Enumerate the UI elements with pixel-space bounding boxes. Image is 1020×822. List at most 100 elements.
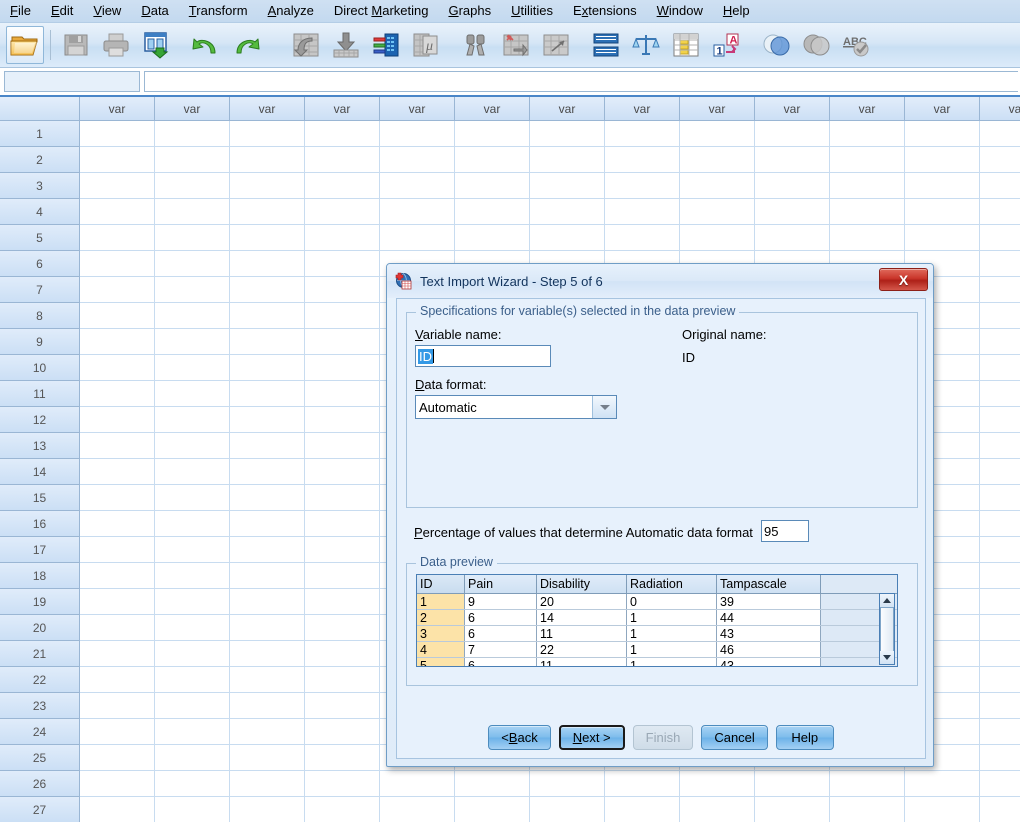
grid-cell[interactable] (155, 511, 230, 537)
grid-cell[interactable] (305, 329, 380, 355)
grid-row-header[interactable]: 6 (0, 251, 80, 277)
grid-cell[interactable] (980, 459, 1020, 485)
menu-item-data[interactable]: Data (131, 1, 178, 21)
grid-cell[interactable] (830, 147, 905, 173)
grid-cell[interactable] (455, 199, 530, 225)
grid-cell[interactable] (80, 797, 155, 822)
preview-cell[interactable]: 1 (417, 594, 465, 610)
grid-cell[interactable] (230, 329, 305, 355)
data-preview-table-wrapper[interactable]: IDPainDisabilityRadiationTampascale 1920… (416, 574, 898, 667)
grid-cell[interactable] (230, 667, 305, 693)
grid-column-header[interactable]: var (905, 97, 980, 121)
grid-cell[interactable] (680, 771, 755, 797)
grid-cell[interactable] (80, 485, 155, 511)
grid-row-header[interactable]: 1 (0, 121, 80, 147)
preview-cell[interactable]: 1 (627, 658, 717, 668)
grid-cell[interactable] (230, 641, 305, 667)
grid-cell[interactable] (905, 771, 980, 797)
grid-column-header[interactable]: var (230, 97, 305, 121)
grid-cell[interactable] (980, 771, 1020, 797)
grid-cell[interactable] (230, 277, 305, 303)
save-icon[interactable] (57, 26, 95, 64)
grid-cell[interactable] (830, 225, 905, 251)
grid-cell[interactable] (155, 173, 230, 199)
grid-row-header[interactable]: 17 (0, 537, 80, 563)
grid-cell[interactable] (305, 745, 380, 771)
grid-row-header[interactable]: 8 (0, 303, 80, 329)
grid-cell[interactable] (905, 225, 980, 251)
undo-icon[interactable] (187, 26, 225, 64)
grid-cell[interactable] (80, 251, 155, 277)
grid-row-header[interactable]: 9 (0, 329, 80, 355)
scroll-up-icon[interactable] (880, 594, 894, 607)
grid-row-header[interactable]: 15 (0, 485, 80, 511)
use-variable-sets-icon[interactable] (757, 26, 795, 64)
variable-name-input[interactable]: ID (415, 345, 551, 367)
grid-cell[interactable] (155, 745, 230, 771)
grid-cell[interactable] (230, 563, 305, 589)
grid-cell[interactable] (530, 797, 605, 822)
grid-cell[interactable] (230, 355, 305, 381)
grid-cell[interactable] (905, 121, 980, 147)
descriptives-icon[interactable]: μ (407, 26, 445, 64)
grid-cell[interactable] (305, 355, 380, 381)
grid-row-header[interactable]: 16 (0, 511, 80, 537)
grid-cell[interactable] (530, 199, 605, 225)
grid-cell[interactable] (80, 589, 155, 615)
grid-cell[interactable] (80, 511, 155, 537)
preview-cell[interactable]: 11 (537, 658, 627, 668)
variables-icon[interactable] (367, 26, 405, 64)
open-file-icon[interactable] (6, 26, 44, 64)
grid-cell[interactable] (80, 719, 155, 745)
grid-cell[interactable] (455, 225, 530, 251)
grid-cell[interactable] (980, 641, 1020, 667)
grid-cell[interactable] (155, 433, 230, 459)
grid-cell[interactable] (230, 121, 305, 147)
grid-cell[interactable] (905, 797, 980, 822)
preview-column-header[interactable]: Tampascale (717, 575, 821, 594)
grid-cell[interactable] (980, 147, 1020, 173)
grid-cell[interactable] (605, 121, 680, 147)
grid-row-header[interactable]: 21 (0, 641, 80, 667)
grid-cell[interactable] (155, 563, 230, 589)
menu-item-utilities[interactable]: Utilities (501, 1, 563, 21)
grid-row-header[interactable]: 10 (0, 355, 80, 381)
preview-cell[interactable]: 9 (465, 594, 537, 610)
grid-cell[interactable] (230, 589, 305, 615)
grid-cell[interactable] (80, 537, 155, 563)
grid-cell[interactable] (80, 433, 155, 459)
grid-cell[interactable] (80, 745, 155, 771)
grid-cell[interactable] (155, 615, 230, 641)
grid-column-header[interactable]: var (530, 97, 605, 121)
grid-cell[interactable] (155, 355, 230, 381)
menu-item-edit[interactable]: Edit (41, 1, 83, 21)
grid-cell[interactable] (230, 147, 305, 173)
menu-item-help[interactable]: Help (713, 1, 760, 21)
grid-cell[interactable] (680, 121, 755, 147)
grid-cell[interactable] (305, 147, 380, 173)
grid-row-header[interactable]: 4 (0, 199, 80, 225)
grid-cell[interactable] (380, 147, 455, 173)
grid-cell[interactable] (80, 407, 155, 433)
grid-cell[interactable] (80, 381, 155, 407)
grid-cell[interactable] (380, 199, 455, 225)
grid-cell[interactable] (305, 225, 380, 251)
grid-cell[interactable] (230, 303, 305, 329)
grid-row-header[interactable]: 7 (0, 277, 80, 303)
grid-cell[interactable] (530, 147, 605, 173)
grid-cell[interactable] (80, 121, 155, 147)
preview-cell[interactable]: 7 (465, 642, 537, 658)
grid-cell[interactable] (980, 485, 1020, 511)
grid-cell[interactable] (605, 225, 680, 251)
grid-row-header[interactable]: 27 (0, 797, 80, 822)
preview-cell[interactable]: 2 (417, 610, 465, 626)
grid-cell[interactable] (230, 745, 305, 771)
grid-cell[interactable] (380, 121, 455, 147)
grid-column-header[interactable]: var (155, 97, 230, 121)
grid-row-header[interactable]: 19 (0, 589, 80, 615)
grid-cell[interactable] (755, 199, 830, 225)
grid-cell[interactable] (305, 693, 380, 719)
grid-cell[interactable] (980, 329, 1020, 355)
grid-cell[interactable] (980, 121, 1020, 147)
grid-row-header[interactable]: 26 (0, 771, 80, 797)
